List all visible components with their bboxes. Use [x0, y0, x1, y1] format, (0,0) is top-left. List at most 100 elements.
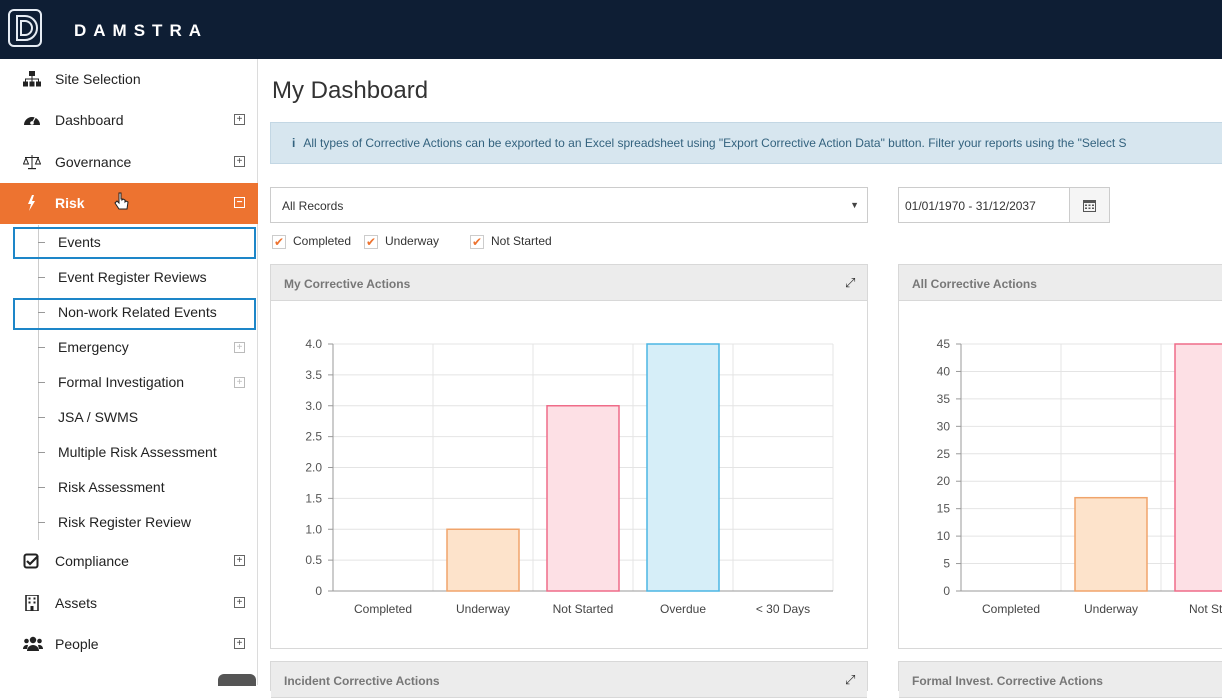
y-tick-label: 25	[937, 447, 951, 461]
panel-title: All Corrective Actions	[899, 265, 1222, 301]
x-tick-label: Completed	[354, 602, 412, 616]
y-tick-label: 2.5	[305, 430, 322, 444]
sidebar: Site Selection Dashboard + Governance + …	[0, 59, 258, 686]
x-tick-label: Not Star	[1189, 602, 1222, 616]
bar	[1174, 343, 1222, 592]
caret-down-icon: ▼	[850, 200, 859, 210]
damstra-logo-icon[interactable]	[8, 9, 42, 47]
expand-icon[interactable]: +	[234, 156, 245, 167]
checkbox-completed[interactable]: ✔ Completed	[272, 234, 351, 249]
y-tick-label: 20	[937, 474, 951, 488]
sidebar-item-assets[interactable]: Assets +	[0, 583, 258, 624]
sidebar-item-label: Risk	[55, 195, 85, 211]
check-icon: ✔	[470, 234, 484, 249]
tree-dash	[38, 487, 45, 488]
main-content: My Dashboard i All types of Corrective Ac…	[258, 59, 1222, 698]
x-tick-label: Completed	[982, 602, 1040, 616]
y-tick-label: 1.0	[305, 522, 322, 536]
sidebar-item-label: Assets	[55, 595, 98, 611]
expand-icon[interactable]: +	[234, 555, 245, 566]
scroll-toggle-button[interactable]	[218, 674, 256, 686]
panel-title: My Corrective Actions	[271, 265, 867, 301]
expand-icon[interactable]: +	[234, 377, 245, 388]
expand-icon[interactable]: +	[234, 114, 245, 125]
y-tick-label: 3.0	[305, 399, 322, 413]
checkbox-label: Not Started	[491, 234, 552, 248]
sidebar-subitem-multiple-risk-assessment[interactable]: Multiple Risk Assessment	[0, 435, 258, 470]
panel-title: Formal Invest. Corrective Actions	[899, 662, 1222, 698]
y-tick-label: 40	[937, 364, 951, 378]
calendar-button[interactable]	[1070, 187, 1110, 223]
y-tick-label: 45	[937, 337, 951, 351]
sidebar-subitem-label: Event Register Reviews	[58, 269, 207, 285]
page-title: My Dashboard	[272, 77, 429, 104]
tree-dash	[38, 347, 45, 348]
calendar-icon	[1083, 200, 1096, 212]
y-tick-label: 4.0	[305, 337, 322, 351]
y-tick-label: 3.5	[305, 368, 322, 382]
tree-dash	[38, 382, 45, 383]
sidebar-subitem-label: Risk Assessment	[58, 479, 165, 495]
sidebar-subitem-label: Multiple Risk Assessment	[58, 444, 217, 460]
sidebar-subitem-event-register-reviews[interactable]: Event Register Reviews	[0, 260, 258, 295]
sidebar-subitem-label: Formal Investigation	[58, 374, 185, 390]
sidebar-subitem-emergency[interactable]: Emergency +	[0, 330, 258, 365]
top-bar: DAMSTRA	[0, 0, 1222, 59]
users-icon	[22, 636, 44, 652]
expand-icon[interactable]: ⤢	[845, 672, 855, 688]
dashboard-icon	[23, 112, 41, 128]
highlight-box-events	[13, 227, 256, 259]
y-tick-label: 0.5	[305, 553, 322, 567]
panel-formal-invest-corrective-actions: Formal Invest. Corrective Actions	[898, 661, 1222, 698]
sidebar-subitem-risk-assessment[interactable]: Risk Assessment	[0, 470, 258, 505]
y-tick-label: 5	[943, 557, 950, 571]
expand-icon[interactable]: ⤢	[845, 275, 855, 291]
y-tick-label: 0	[315, 584, 322, 598]
sidebar-item-label: Dashboard	[55, 112, 124, 128]
y-tick-label: 10	[937, 529, 951, 543]
x-tick-label: Underway	[456, 602, 510, 616]
bolt-icon	[23, 195, 41, 211]
sidebar-subitem-formal-investigation[interactable]: Formal Investigation +	[0, 365, 258, 400]
sidebar-item-people[interactable]: People +	[0, 624, 258, 665]
collapse-icon[interactable]: −	[234, 197, 245, 208]
sidebar-item-label: People	[55, 636, 99, 652]
panel-all-corrective-actions: All Corrective Actions 0 5 10 15 20 25 30 35 40 4…	[898, 264, 1222, 649]
expand-icon[interactable]: +	[234, 638, 245, 649]
select-value: All Records	[282, 199, 344, 213]
y-tick-label: 0	[943, 584, 950, 598]
checkbox-label: Completed	[293, 234, 352, 248]
checkbox-not-started[interactable]: ✔ Not Started	[470, 234, 552, 249]
sitemap-icon	[23, 71, 41, 87]
bar	[646, 343, 720, 592]
sidebar-item-site-selection[interactable]: Site Selection	[0, 59, 258, 100]
sidebar-subitem-label: Emergency	[58, 339, 129, 355]
highlight-box-non-work-events	[13, 298, 256, 330]
sidebar-item-compliance[interactable]: Compliance +	[0, 541, 258, 582]
expand-icon[interactable]: +	[234, 342, 245, 353]
info-banner: i All types of Corrective Actions can be …	[270, 122, 1222, 164]
x-tick-label: Overdue	[660, 602, 706, 616]
date-range-input[interactable]: 01/01/1970 - 31/12/2037	[898, 187, 1070, 223]
all-corrective-actions-chart: 0 5 10 15 20 25 30 35 40 45 Completed Underway Not S…	[937, 337, 1222, 616]
y-tick-label: 30	[937, 419, 951, 433]
check-icon: ✔	[272, 234, 286, 249]
tree-dash	[38, 417, 45, 418]
bar	[446, 528, 520, 592]
checkbox-underway[interactable]: ✔ Underway	[364, 234, 439, 249]
brand-name: DAMSTRA	[74, 21, 208, 40]
bar	[1074, 496, 1148, 592]
sidebar-subitem-risk-register-review[interactable]: Risk Register Review	[0, 505, 258, 540]
sidebar-item-dashboard[interactable]: Dashboard +	[0, 100, 258, 141]
sidebar-item-governance[interactable]: Governance +	[0, 142, 258, 183]
expand-icon[interactable]: +	[234, 597, 245, 608]
tree-dash	[38, 522, 45, 523]
sidebar-subitem-label: Risk Register Review	[58, 514, 192, 530]
x-tick-label: < 30 Days	[756, 602, 810, 616]
sidebar-subitem-jsa-swms[interactable]: JSA / SWMS	[0, 400, 258, 435]
building-icon	[23, 594, 41, 612]
check-icon: ✔	[364, 234, 378, 249]
info-icon: i	[292, 136, 296, 150]
records-filter-select[interactable]: All Records ▼	[270, 187, 868, 223]
sidebar-item-label: Site Selection	[55, 71, 141, 87]
